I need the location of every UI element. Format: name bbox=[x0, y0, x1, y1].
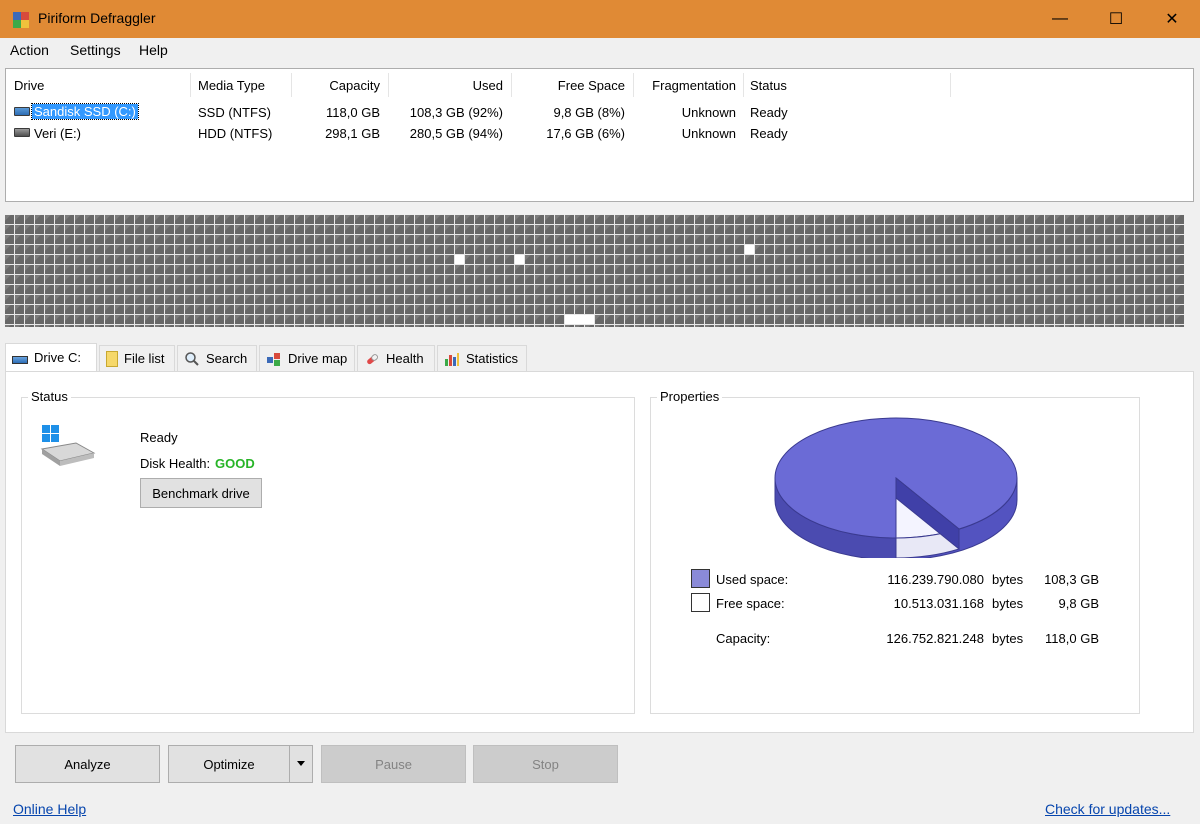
benchmark-drive-button[interactable]: Benchmark drive bbox=[140, 478, 262, 508]
used-space-swatch bbox=[691, 569, 710, 588]
free-space-unit: bytes bbox=[992, 596, 1024, 611]
usage-pie-chart bbox=[774, 417, 1018, 558]
hdd-drive-icon bbox=[14, 128, 30, 137]
column-header-capacity[interactable]: Capacity bbox=[296, 78, 380, 93]
optimize-dropdown-button[interactable] bbox=[289, 745, 313, 783]
health-icon bbox=[367, 353, 379, 364]
used-space-bytes: 116.239.790.080 bbox=[887, 572, 984, 587]
menu-settings[interactable]: Settings bbox=[70, 42, 121, 58]
drive-capacity: 298,1 GB bbox=[325, 126, 380, 141]
capacity-unit: bytes bbox=[992, 631, 1024, 646]
drive-name: Sandisk SSD (C:) bbox=[31, 103, 139, 120]
drive-block-map[interactable] bbox=[5, 215, 1184, 327]
statistics-icon bbox=[445, 352, 459, 366]
defraggler-logo-icon bbox=[13, 12, 29, 28]
close-icon: ✕ bbox=[1165, 11, 1179, 28]
drive-media: SSD (NTFS) bbox=[198, 105, 271, 120]
analyze-label: Analyze bbox=[64, 756, 111, 772]
minimize-button[interactable]: — bbox=[1032, 0, 1088, 38]
used-space-unit: bytes bbox=[992, 572, 1024, 587]
menu-help[interactable]: Help bbox=[139, 42, 168, 58]
drive-state: Ready bbox=[140, 430, 178, 445]
drive-icon bbox=[12, 355, 28, 364]
online-help-link[interactable]: Online Help bbox=[13, 801, 86, 817]
free-block bbox=[565, 315, 594, 324]
tab-label: Health bbox=[386, 351, 424, 366]
status-legend: Status bbox=[28, 389, 71, 404]
benchmark-label: Benchmark drive bbox=[152, 485, 250, 501]
minimize-icon: — bbox=[1052, 10, 1068, 27]
drive-name: Veri (E:) bbox=[34, 126, 81, 141]
tab-health[interactable]: Health bbox=[357, 345, 435, 371]
status-group: Status Ready Disk Health: GOOD Benchmark… bbox=[21, 389, 635, 714]
drive-health-icon bbox=[40, 425, 96, 466]
tab-label: Statistics bbox=[466, 351, 519, 366]
drive-tab-panel: Status Ready Disk Health: GOOD Benchmark… bbox=[5, 371, 1194, 733]
tab-label: File list bbox=[124, 351, 165, 366]
drive-status: Ready bbox=[750, 126, 788, 141]
pause-button[interactable]: Pause bbox=[321, 745, 466, 783]
analyze-button[interactable]: Analyze bbox=[15, 745, 160, 783]
free-block bbox=[515, 255, 524, 264]
drive-status: Ready bbox=[750, 105, 788, 120]
tab-label: Drive map bbox=[288, 351, 348, 366]
maximize-button[interactable]: ☐ bbox=[1088, 0, 1144, 38]
drive-used: 280,5 GB (94%) bbox=[409, 126, 503, 141]
close-button[interactable]: ✕ bbox=[1144, 0, 1200, 38]
free-block bbox=[745, 245, 754, 254]
ssd-drive-icon bbox=[14, 107, 30, 116]
tab-label: Drive C: bbox=[34, 350, 81, 365]
free-block bbox=[455, 255, 464, 264]
drive-free: 9,8 GB (8%) bbox=[553, 105, 625, 120]
properties-legend: Properties bbox=[657, 389, 723, 404]
capacity-label: Capacity: bbox=[716, 631, 771, 646]
column-header-used[interactable]: Used bbox=[394, 78, 503, 93]
tab-file-list[interactable]: File list bbox=[99, 345, 175, 371]
optimize-label: Optimize bbox=[203, 756, 255, 772]
free-space-swatch bbox=[691, 593, 710, 612]
tab-drive-c[interactable]: Drive C: bbox=[5, 343, 97, 371]
search-icon bbox=[185, 351, 199, 366]
capacity-bytes: 126.752.821.248 bbox=[886, 631, 984, 646]
column-header-fragmentation[interactable]: Fragmentation bbox=[638, 78, 736, 93]
chevron-down-icon bbox=[297, 761, 305, 766]
free-space-label: Free space: bbox=[716, 596, 785, 611]
stop-button[interactable]: Stop bbox=[473, 745, 618, 783]
free-space-size: 9,8 GB bbox=[1058, 596, 1099, 611]
tab-drive-map[interactable]: Drive map bbox=[259, 345, 355, 371]
tab-search[interactable]: Search bbox=[177, 345, 257, 371]
column-header-media-type[interactable]: Media Type bbox=[198, 78, 265, 93]
free-space-bytes: 10.513.031.168 bbox=[893, 596, 984, 611]
menu-action[interactable]: Action bbox=[10, 42, 49, 58]
tab-label: Search bbox=[206, 351, 248, 366]
drive-capacity: 118,0 GB bbox=[326, 105, 380, 120]
used-space-size: 108,3 GB bbox=[1044, 572, 1099, 587]
file-list-icon bbox=[106, 350, 118, 367]
menu-bar: Action Settings Help bbox=[0, 38, 1200, 63]
drive-media: HDD (NTFS) bbox=[198, 126, 273, 141]
disk-health-value: GOOD bbox=[215, 456, 255, 471]
drive-map-icon bbox=[267, 352, 280, 366]
check-for-updates-link[interactable]: Check for updates... bbox=[1045, 801, 1170, 817]
drive-used: 108,3 GB (92%) bbox=[409, 105, 503, 120]
used-space-label: Used space: bbox=[716, 572, 789, 587]
properties-group: Properties Used space: 116.239.790.080 b… bbox=[650, 389, 1140, 714]
capacity-size: 118,0 GB bbox=[1045, 631, 1099, 646]
tab-statistics[interactable]: Statistics bbox=[437, 345, 527, 371]
optimize-button[interactable]: Optimize bbox=[168, 745, 290, 783]
column-header-free-space[interactable]: Free Space bbox=[516, 78, 625, 93]
stop-label: Stop bbox=[532, 756, 559, 772]
drive-list: Drive Media Type Capacity Used Free Spac… bbox=[5, 68, 1194, 202]
drive-free: 17,6 GB (6%) bbox=[546, 126, 625, 141]
title-bar: Piriform Defraggler — ☐ ✕ bbox=[0, 0, 1200, 38]
drive-fragmentation: Unknown bbox=[681, 105, 736, 120]
maximize-icon: ☐ bbox=[1108, 11, 1124, 28]
column-header-drive[interactable]: Drive bbox=[14, 78, 44, 93]
disk-health-label: Disk Health: bbox=[140, 456, 211, 471]
column-header-status[interactable]: Status bbox=[750, 78, 787, 93]
window-title: Piriform Defraggler bbox=[38, 10, 156, 26]
pause-label: Pause bbox=[375, 756, 412, 772]
drive-fragmentation: Unknown bbox=[681, 126, 736, 141]
